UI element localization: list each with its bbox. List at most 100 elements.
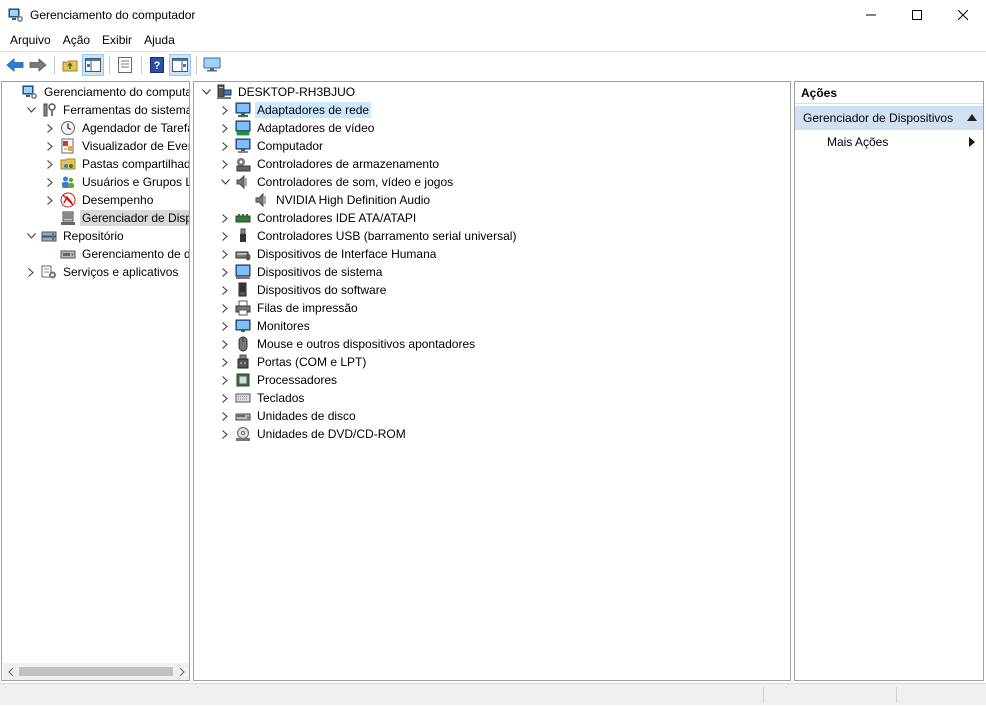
menu-acao[interactable]: Ação [57, 30, 96, 50]
chevron-right-icon[interactable] [219, 428, 231, 440]
device-category[interactable]: Portas (COM e LPT) [219, 353, 368, 371]
device-category[interactable]: Adaptadores de rede [219, 101, 372, 119]
chevron-down-icon[interactable] [200, 86, 212, 98]
device-category[interactable]: Unidades de disco [219, 407, 358, 425]
device-category[interactable]: Dispositivos do software [219, 281, 388, 299]
chevron-right-icon[interactable] [219, 302, 231, 314]
tree-item[interactable]: Gerenciamento de disco [44, 245, 189, 263]
actions-pane: Ações Gerenciador de Dispositivos Mais A… [794, 81, 984, 681]
tree-item[interactable]: Gerenciador de Disposit [44, 209, 189, 227]
menu-ajuda[interactable]: Ajuda [138, 30, 181, 50]
device-category[interactable]: Teclados [219, 389, 306, 407]
chevron-right-icon[interactable] [219, 374, 231, 386]
scroll-right-button[interactable] [174, 663, 189, 680]
scrollbar-thumb[interactable] [19, 667, 173, 676]
scroll-left-button[interactable] [3, 663, 19, 680]
chevron-right-icon[interactable] [44, 176, 56, 188]
device-category-label: Teclados [257, 391, 305, 405]
chevron-right-icon[interactable] [219, 410, 231, 422]
more-actions-item[interactable]: Mais Ações [795, 132, 983, 152]
submenu-arrow-icon [969, 137, 975, 147]
device-category[interactable]: Controladores de som, vídeo e jogos [219, 173, 455, 191]
device-category[interactable]: Computador [219, 137, 325, 155]
computer-management-icon [22, 84, 38, 100]
help-button[interactable]: ? [146, 54, 168, 76]
device-category-label: Monitores [257, 319, 310, 333]
chevron-right-icon[interactable] [219, 104, 231, 116]
tree-item[interactable]: Usuários e Grupos Loca [44, 173, 189, 191]
forward-button[interactable] [27, 54, 49, 76]
chevron-right-icon[interactable] [25, 266, 37, 278]
chevron-down-icon[interactable] [25, 230, 37, 242]
horizontal-scrollbar[interactable] [3, 663, 189, 680]
tree-item-label: Gerenciamento de disco [82, 247, 189, 261]
chevron-right-icon[interactable] [44, 158, 56, 170]
device-item[interactable]: NVIDIA High Definition Audio [238, 191, 432, 209]
chevron-right-icon[interactable] [44, 122, 56, 134]
tree-item[interactable]: Repositório [25, 227, 126, 245]
show-hide-action-pane-button[interactable] [169, 53, 191, 76]
computer-management-icon [8, 8, 23, 22]
properties-button[interactable] [114, 54, 136, 76]
chevron-right-icon[interactable] [219, 356, 231, 368]
chevron-right-icon[interactable] [219, 338, 231, 350]
chevron-right-icon[interactable] [44, 140, 56, 152]
chevron-right-icon[interactable] [219, 122, 231, 134]
back-button[interactable] [4, 54, 26, 76]
device-category[interactable]: Controladores IDE ATA/ATAPI [219, 209, 418, 227]
device-root[interactable]: DESKTOP-RH3BJUO [200, 83, 357, 101]
chevron-right-icon[interactable] [219, 266, 231, 278]
toolbar: ? [0, 51, 986, 77]
chevron-right-icon[interactable] [219, 320, 231, 332]
device-category[interactable]: Dispositivos de Interface Humana [219, 245, 438, 263]
maximize-button[interactable] [894, 0, 940, 30]
monitor-button[interactable] [201, 54, 223, 76]
chevron-right-icon[interactable] [219, 230, 231, 242]
toolbar-separator [141, 55, 142, 74]
device-category[interactable]: Controladores de armazenamento [219, 155, 441, 173]
up-folder-button[interactable] [59, 54, 81, 76]
device-category-label: Controladores IDE ATA/ATAPI [257, 211, 417, 225]
event-viewer-icon [60, 138, 76, 154]
tree-item[interactable]: Gerenciamento do computado [6, 83, 189, 101]
tree-item[interactable]: Pastas compartilhadas [44, 155, 189, 173]
device-category[interactable]: Monitores [219, 317, 312, 335]
chevron-right-icon[interactable] [219, 284, 231, 296]
show-hide-tree-button[interactable] [82, 53, 104, 76]
title-bar: Gerenciamento do computador [0, 0, 986, 30]
menu-arquivo[interactable]: Arquivo [4, 30, 57, 50]
computer-icon [216, 84, 232, 100]
actions-group-header[interactable]: Gerenciador de Dispositivos [795, 106, 983, 130]
tree-item[interactable]: Ferramentas do sistema [25, 101, 189, 119]
system-device-icon [235, 264, 251, 280]
chevron-right-icon[interactable] [219, 392, 231, 404]
chevron-right-icon[interactable] [219, 140, 231, 152]
tree-item[interactable]: Agendador de Tarefas [44, 119, 189, 137]
chevron-right-icon[interactable] [219, 158, 231, 170]
tree-item[interactable]: Serviços e aplicativos [25, 263, 180, 281]
chevron-right-icon[interactable] [219, 212, 231, 224]
minimize-button[interactable] [848, 0, 894, 30]
tree-item-label: Desempenho [82, 193, 154, 207]
svg-text:?: ? [154, 60, 161, 72]
chevron-down-icon[interactable] [219, 176, 231, 188]
chevron-right-icon[interactable] [219, 248, 231, 260]
device-category[interactable]: Processadores [219, 371, 339, 389]
chevron-right-icon[interactable] [44, 194, 56, 206]
device-category[interactable]: Mouse e outros dispositivos apontadores [219, 335, 477, 353]
device-category[interactable]: Controladores USB (barramento serial uni… [219, 227, 518, 245]
port-icon [235, 354, 251, 370]
close-button[interactable] [940, 0, 986, 30]
device-category[interactable]: Unidades de DVD/CD-ROM [219, 425, 408, 443]
tree-item[interactable]: Desempenho [44, 191, 155, 209]
forward-icon [29, 57, 47, 72]
speaker-icon [254, 192, 270, 208]
up-folder-icon [62, 60, 78, 71]
device-category[interactable]: Filas de impressão [219, 299, 360, 317]
menu-exibir[interactable]: Exibir [96, 30, 138, 50]
chevron-down-icon[interactable] [25, 104, 37, 116]
tree-item[interactable]: Visualizador de Eventos [44, 137, 189, 155]
device-category[interactable]: Dispositivos de sistema [219, 263, 384, 281]
device-category[interactable]: Adaptadores de vídeo [219, 119, 376, 137]
printer-icon [235, 300, 251, 316]
